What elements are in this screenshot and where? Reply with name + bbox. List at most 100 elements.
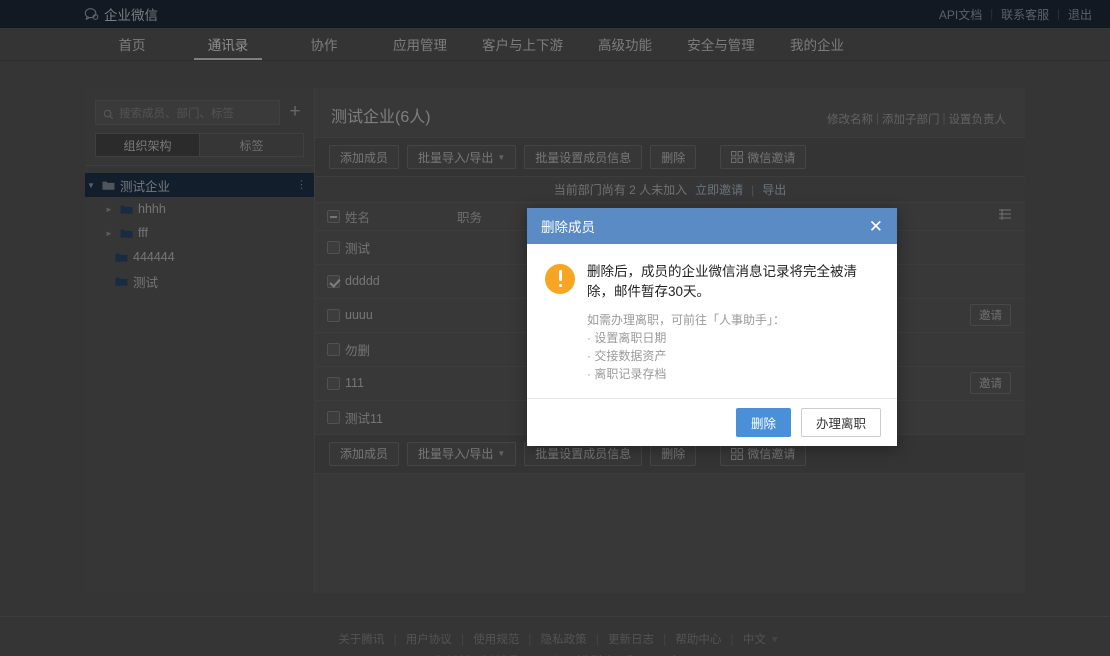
close-icon[interactable]: ✕ (869, 218, 883, 235)
main-header: 测试企业(6人) 修改名称 | 添加子部门 | 设置负责人 (315, 88, 1025, 137)
page-title: 测试企业(6人) (331, 109, 431, 126)
brand-logo[interactable]: 企业微信 (84, 4, 158, 24)
cell-action: 邀请 (947, 366, 1025, 401)
pending-invite-notice: 当前部门尚有 2 人未加入 立即邀请 | 导出 (315, 177, 1025, 203)
resignation-button[interactable]: 办理离职 (800, 408, 881, 437)
folder-icon (120, 228, 133, 239)
dialog-sub-item-3: · 离职记录存档 (587, 367, 667, 381)
nav-item-contacts[interactable]: 通讯录 (180, 28, 276, 60)
invite-now-link[interactable]: 立即邀请 (695, 181, 743, 198)
cell-action (947, 230, 1025, 265)
button-label: 添加成员 (340, 447, 389, 461)
tree-node-ceshi[interactable]: 测试 (85, 269, 314, 293)
nav-item-advanced[interactable]: 高级功能 (577, 28, 673, 60)
column-settings-icon[interactable] (999, 209, 1011, 221)
chevron-right-icon[interactable]: ► (103, 229, 115, 238)
tree-node-label: 测试企业 (120, 179, 171, 194)
button-label: 微信邀请 (747, 150, 796, 165)
footer-separator-6: | (730, 634, 734, 646)
toolbar-top: 添加成员 批量导入/导出 ▼ 批量设置成员信息 删除 微信邀请 (315, 137, 1025, 177)
changelog-link[interactable]: 更新日志 (602, 634, 660, 646)
language-selector[interactable]: 中文 (737, 634, 772, 646)
sidebar: 搜索成员、部门、标签 + 组织架构 标签 ▼ 测试企业 ⋮ ► hhhh ► f… (85, 88, 315, 593)
add-subdepartment-link[interactable]: 添加子部门 (879, 111, 943, 127)
row-checkbox[interactable] (327, 309, 340, 323)
tab-org-structure[interactable]: 组织架构 (96, 134, 199, 156)
tree-node-hhhh[interactable]: ► hhhh (85, 197, 314, 221)
nav-item-my-enterprise[interactable]: 我的企业 (769, 28, 865, 60)
add-member-button-bottom[interactable]: 添加成员 (329, 441, 400, 466)
row-checkbox[interactable] (327, 343, 340, 357)
select-all-checkbox[interactable] (327, 210, 340, 224)
search-icon (103, 107, 114, 120)
qrcode-icon (731, 151, 744, 163)
add-department-button[interactable]: + (286, 102, 304, 122)
tree-node-fff[interactable]: ► fff (85, 221, 314, 245)
nav-item-app-management[interactable]: 应用管理 (372, 28, 468, 60)
privacy-policy-link[interactable]: 隐私政策 (535, 634, 593, 646)
nav-label: 首页 (118, 38, 146, 53)
warning-icon (545, 264, 575, 294)
dialog-footer: 删除 办理离职 (527, 398, 897, 446)
set-manager-link[interactable]: 设置负责人 (946, 111, 1010, 127)
sidebar-tabs: 组织架构 标签 (95, 133, 304, 157)
button-label: 批量导入/导出 (418, 447, 494, 461)
search-input[interactable]: 搜索成员、部门、标签 (95, 100, 280, 125)
bulk-set-member-info-button[interactable]: 批量设置成员信息 (524, 145, 643, 169)
brand-label: 企业微信 (104, 8, 158, 23)
dialog-title: 删除成员 (541, 220, 595, 235)
delete-button[interactable]: 删除 (650, 145, 697, 169)
nav-item-security[interactable]: 安全与管理 (673, 28, 769, 60)
row-checkbox-cell (315, 400, 345, 435)
department-tree: ▼ 测试企业 ⋮ ► hhhh ► fff 444444 测试 (85, 166, 314, 293)
invite-button[interactable]: 邀请 (970, 372, 1011, 394)
tree-node-444444[interactable]: 444444 (85, 245, 314, 269)
tree-node-label: fff (138, 226, 148, 240)
row-checkbox[interactable] (327, 411, 340, 425)
header-name[interactable]: 姓名 (345, 203, 457, 231)
button-label: 微信邀请 (747, 447, 796, 461)
row-checkbox[interactable] (327, 377, 340, 391)
rename-link[interactable]: 修改名称 (824, 111, 876, 127)
tree-node-root[interactable]: ▼ 测试企业 ⋮ (85, 173, 314, 197)
tab-tags[interactable]: 标签 (200, 134, 303, 156)
chat-bubble-icon (84, 7, 99, 22)
nav-item-home[interactable]: 首页 (84, 28, 180, 60)
more-options-icon[interactable]: ⋮ (296, 180, 307, 191)
dialog-text-block: 删除后，成员的企业微信消息记录将完全被清除，邮件暂存30天。 如需办理离职，可前… (587, 262, 875, 383)
row-checkbox[interactable] (327, 241, 340, 255)
row-checkbox[interactable] (327, 275, 340, 289)
contact-support-link[interactable]: 联系客服 (993, 6, 1057, 23)
chevron-down-icon[interactable]: ▼ (85, 181, 97, 190)
sidebar-search-row: 搜索成员、部门、标签 + (85, 88, 314, 131)
about-tencent-link[interactable]: 关于腾讯 (332, 634, 390, 646)
dialog-sub-item-1: · 设置离职日期 (587, 331, 667, 345)
page-footer: 关于腾讯 | 用户协议 | 使用规范 | 隐私政策 | 更新日志 | 帮助中心 … (0, 616, 1110, 656)
top-bar: 企业微信 API文档 | 联系客服 | 退出 (0, 0, 1110, 28)
nav-label: 高级功能 (598, 38, 652, 53)
logout-link[interactable]: 退出 (1060, 6, 1100, 23)
confirm-delete-button[interactable]: 删除 (735, 408, 791, 437)
add-member-button[interactable]: 添加成员 (329, 145, 400, 169)
nav-item-customers[interactable]: 客户与上下游 (468, 28, 577, 60)
cell-action (947, 332, 1025, 367)
bulk-import-export-button[interactable]: 批量导入/导出 ▼ (407, 145, 517, 169)
help-center-link[interactable]: 帮助中心 (669, 634, 727, 646)
cell-action: 邀请 (947, 298, 1025, 333)
invite-button[interactable]: 邀请 (970, 304, 1011, 326)
search-placeholder: 搜索成员、部门、标签 (119, 107, 234, 120)
export-link[interactable]: 导出 (762, 181, 786, 198)
cell-name: 111 (345, 366, 457, 401)
bulk-import-export-button-bottom[interactable]: 批量导入/导出 ▼ (407, 441, 517, 466)
button-label: 删除 (661, 447, 686, 461)
cell-action (947, 400, 1025, 435)
chevron-down-icon[interactable]: ▾ (772, 634, 778, 646)
user-agreement-link[interactable]: 用户协议 (400, 634, 458, 646)
nav-item-collaboration[interactable]: 协作 (276, 28, 372, 60)
cell-name: 测试 (345, 230, 457, 265)
row-checkbox-cell (315, 230, 345, 265)
usage-guidelines-link[interactable]: 使用规范 (467, 634, 525, 646)
api-docs-link[interactable]: API文档 (931, 6, 990, 23)
chevron-right-icon[interactable]: ► (103, 205, 115, 214)
wechat-invite-button[interactable]: 微信邀请 (720, 145, 807, 169)
